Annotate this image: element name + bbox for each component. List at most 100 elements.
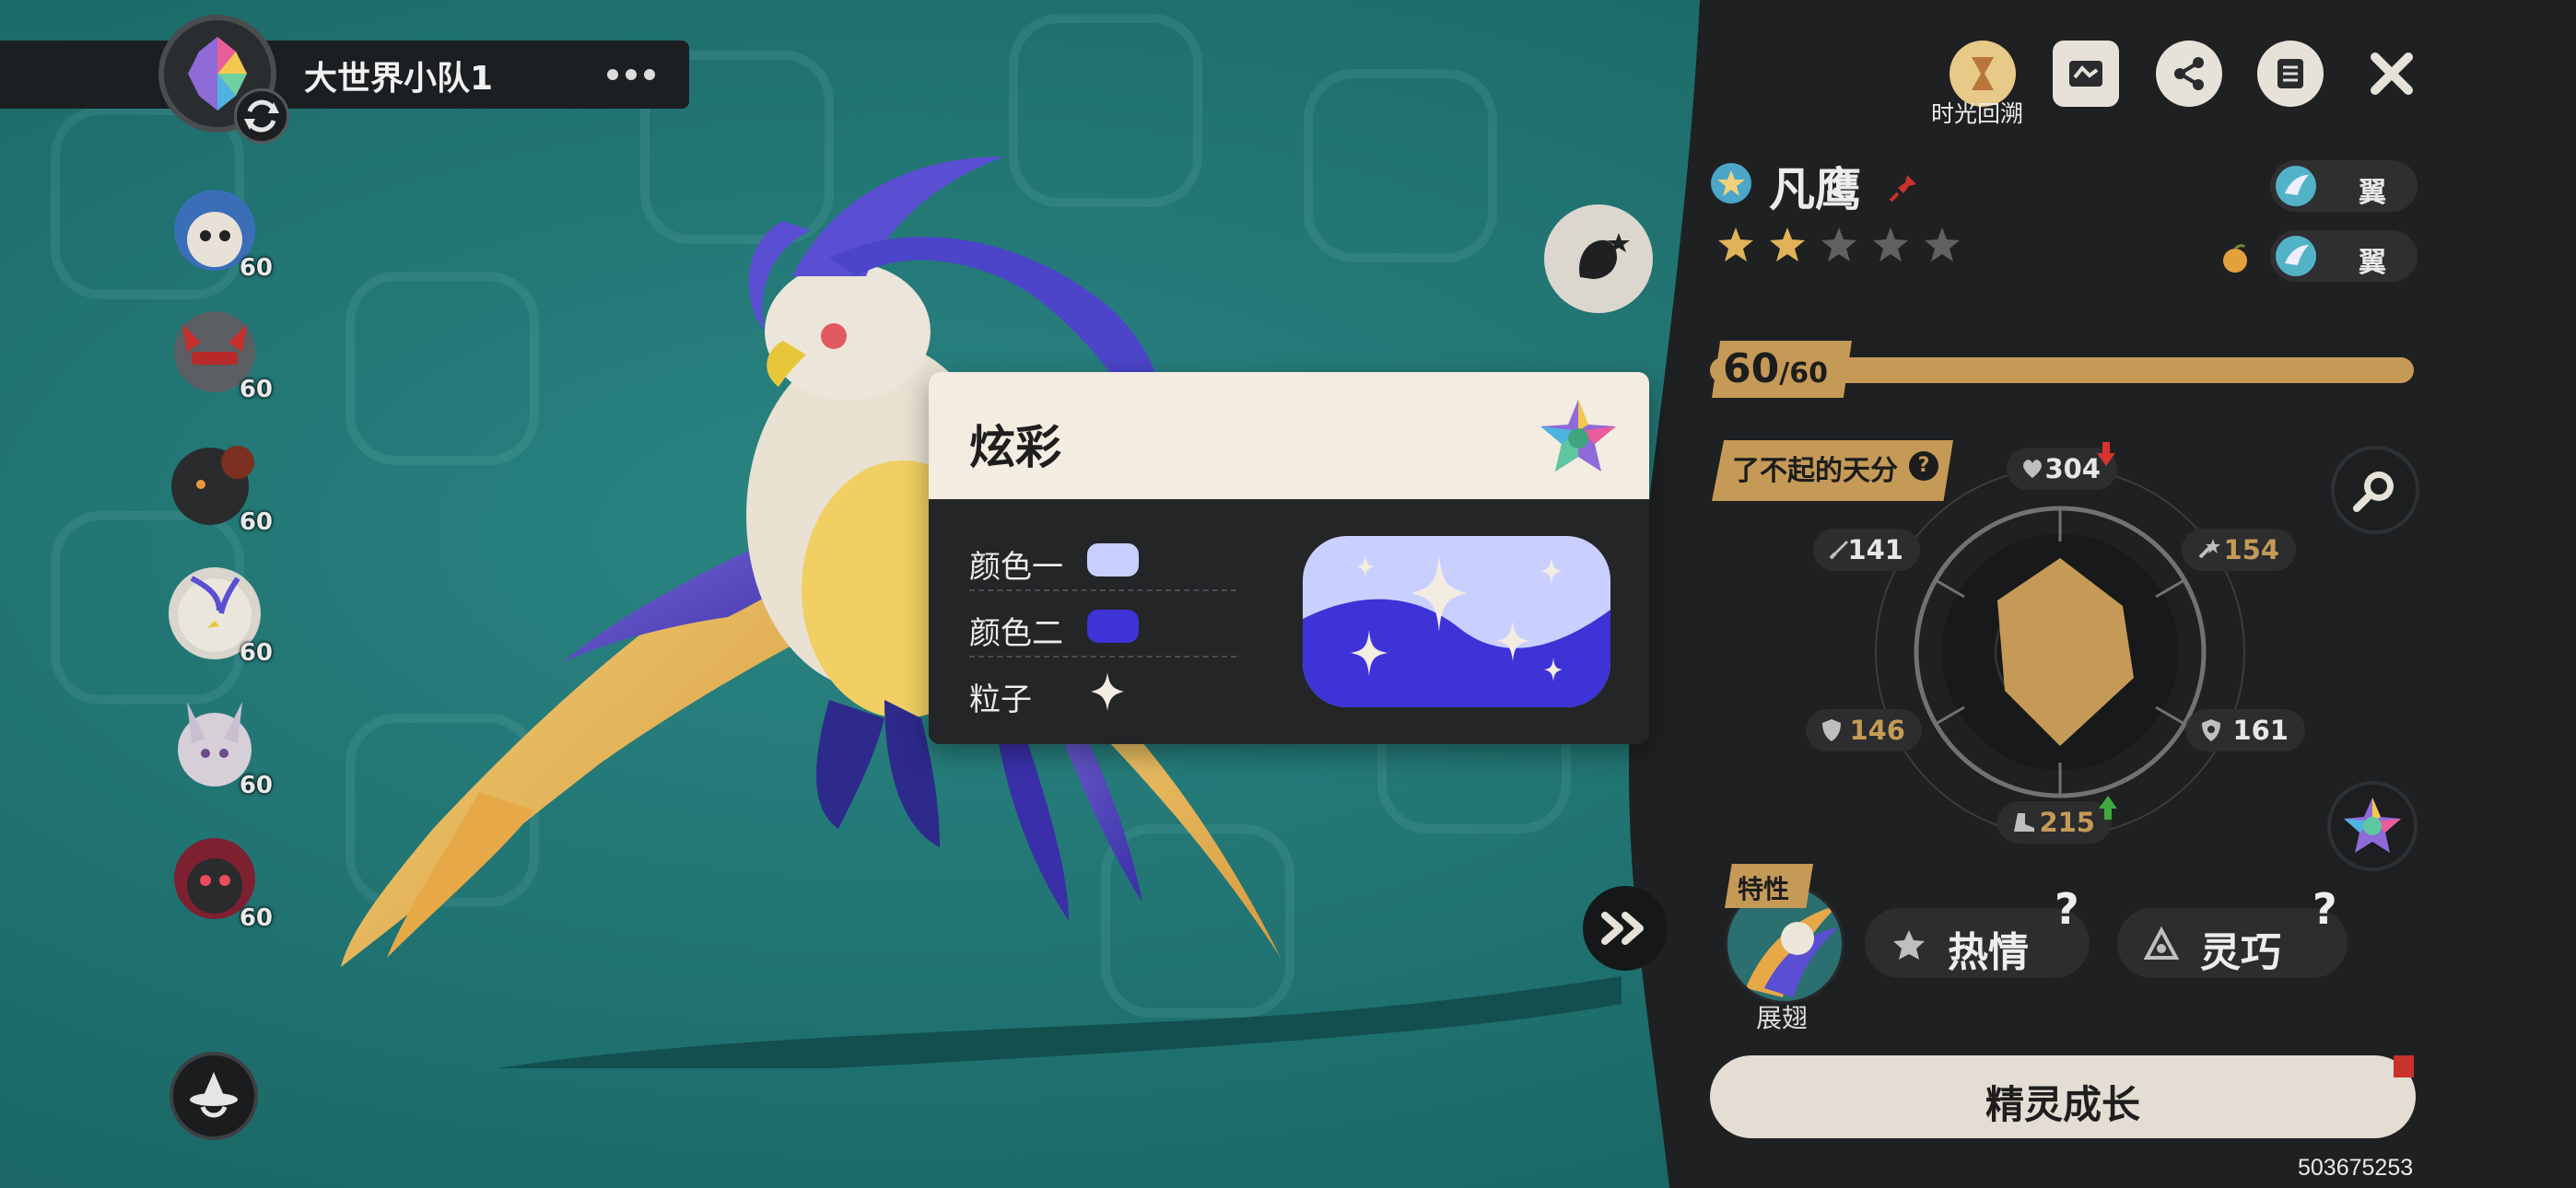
attribute-label: 灵巧 [2200, 929, 2281, 976]
sparkle-icon [1091, 672, 1124, 711]
share-button[interactable] [2156, 41, 2222, 107]
close-icon [2371, 52, 2413, 95]
party-level: 60 [239, 376, 273, 403]
witch-hat-icon [190, 1072, 238, 1118]
stat-matk: 154 [2182, 529, 2296, 571]
magnifier-icon [2353, 472, 2394, 512]
magic-shield-icon [2202, 719, 2220, 741]
stat-spd-value: 215 [2039, 807, 2095, 838]
card-button[interactable] [2053, 41, 2119, 107]
star-empty-icon [1821, 227, 1856, 262]
shiny-preview-swatch [1303, 536, 1610, 707]
stat-def: 146 [1806, 709, 1922, 751]
player-uid: 503675253 [2298, 1155, 2414, 1181]
heart-icon [2023, 460, 2042, 478]
double-chevron-right-icon [1601, 912, 1644, 945]
trait-tag-label: 特性 [1738, 874, 1790, 904]
trait-name: 展翅 [1756, 1003, 1809, 1033]
team-name: 大世界小队1 [304, 60, 494, 98]
attribute-label: 热情 [1948, 929, 2029, 976]
row-label: 粒子 [969, 681, 1032, 718]
time-rewind-label: 时光回溯 [1931, 100, 2024, 127]
type-chip-1[interactable]: 翼 [2270, 160, 2418, 212]
list-icon [2277, 59, 2303, 88]
party-slot-5[interactable]: 60 [164, 693, 273, 799]
star-filled-icon [1770, 227, 1805, 262]
card-icon [2069, 61, 2102, 87]
rainbow-star-icon [2344, 798, 2401, 853]
notification-flag [2394, 1055, 2414, 1077]
pet-growth-button[interactable]: 精灵成长 [1710, 1055, 2416, 1138]
list-button[interactable] [2257, 41, 2324, 107]
party-level: 60 [239, 904, 273, 932]
close-button[interactable] [2359, 41, 2425, 107]
wing-type-icon [2276, 236, 2316, 276]
type-label: 翼 [2359, 177, 2386, 209]
rainbow-star-icon [1540, 400, 1616, 472]
star-outline-icon [1893, 930, 1925, 960]
color-swatch-1 [1087, 543, 1139, 577]
stat-radar-chart [1875, 470, 2245, 837]
stat-down-arrow-icon [2097, 442, 2115, 466]
color-swatch-2 [1087, 610, 1139, 643]
magic-wand-icon [2198, 539, 2220, 559]
party-level: 60 [239, 508, 273, 536]
pet-growth-label: 精灵成长 [1985, 1082, 2140, 1127]
wing-type-icon [2276, 166, 2316, 206]
pet-action-button[interactable] [1544, 204, 1653, 313]
stat-spd: 215 [1997, 801, 2112, 844]
pet-name: 凡鹰 [1769, 163, 1861, 216]
trait-tag: 特性 [1725, 864, 1813, 908]
stat-hp-value: 304 [2044, 453, 2101, 484]
rarity-badge-icon [1711, 163, 1751, 204]
speed-boot-icon [2014, 813, 2034, 832]
star-filled-icon [1718, 227, 1753, 262]
row-label: 颜色二 [969, 615, 1063, 652]
type-label: 翼 [2359, 247, 2386, 279]
party-level: 60 [239, 254, 273, 282]
fruit-icon [2223, 244, 2247, 273]
party-level: 60 [239, 772, 273, 799]
party-slot-1[interactable]: 60 [164, 175, 273, 282]
triangle-swirl-icon [2143, 926, 2180, 960]
expand-panel-button[interactable] [1583, 886, 1668, 971]
share-icon [2174, 57, 2204, 90]
pin-icon[interactable] [1887, 171, 1920, 204]
hourglass-icon [1972, 57, 1994, 90]
more-dots-icon [607, 69, 655, 80]
type-chip-2[interactable]: 翼 [2270, 230, 2418, 282]
shield-icon [1822, 719, 1841, 741]
stat-mdef: 161 [2185, 709, 2305, 751]
level-text: 60/60 [1723, 345, 1828, 392]
swap-icon [244, 99, 279, 133]
wardrobe-button[interactable] [170, 1052, 258, 1140]
stat-mdef-value: 161 [2232, 715, 2289, 746]
stat-def-value: 146 [1849, 715, 1905, 746]
level-current: 60 [1723, 345, 1780, 392]
stat-up-arrow-icon [2099, 796, 2117, 820]
party-slot-3[interactable]: 60 [164, 429, 273, 536]
party-slot-4-selected[interactable]: 60 [164, 560, 273, 667]
swap-team-button[interactable] [234, 88, 289, 144]
popup-title: 炫彩 [969, 421, 1061, 474]
team-more-button[interactable] [595, 41, 667, 109]
stat-atk: 141 [1813, 529, 1920, 571]
star-empty-icon [1873, 227, 1908, 262]
level-max: /60 [1779, 357, 1828, 390]
stat-atk-value: 141 [1847, 534, 1903, 565]
stat-matk-value: 154 [2223, 534, 2279, 565]
shiny-info-popup: 炫彩 颜色一 颜色二 粒子 [929, 372, 1649, 744]
party-level: 60 [239, 639, 273, 667]
popup-row-particle: 粒子 [969, 658, 1236, 724]
shiny-button[interactable] [2327, 781, 2418, 871]
attribute-help-icon[interactable]: ? [2313, 884, 2337, 934]
popup-row-color2: 颜色二 [969, 591, 1236, 658]
party-slot-2[interactable]: 60 [164, 297, 273, 403]
inspect-button[interactable] [2331, 446, 2419, 534]
party-slot-6[interactable]: 60 [164, 825, 273, 932]
popup-row-color1: 颜色一 [969, 525, 1236, 591]
attribute-help-icon[interactable]: ? [2055, 884, 2079, 934]
pet-silhouette-icon [1579, 233, 1630, 279]
row-label: 颜色一 [969, 549, 1063, 586]
star-empty-icon [1925, 227, 1960, 262]
